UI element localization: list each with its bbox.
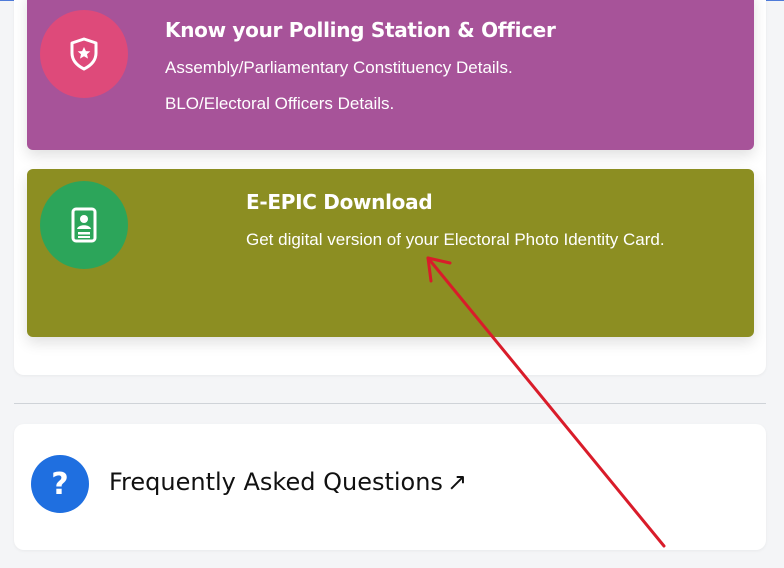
e-epic-tile-description: Get digital version of your Electoral Ph… <box>246 230 665 249</box>
faq-title: Frequently Asked Questions <box>109 468 443 496</box>
section-divider <box>14 403 766 404</box>
question-icon: ? <box>31 455 89 513</box>
polling-tile-line-2: BLO/Electoral Officers Details. <box>165 94 395 113</box>
question-icon-symbol: ? <box>51 466 69 502</box>
polling-station-tile[interactable]: Know your Polling Station & Officer Asse… <box>27 0 754 150</box>
shield-star-icon <box>40 10 128 98</box>
polling-tile-title: Know your Polling Station & Officer <box>165 18 556 42</box>
faq-link[interactable]: Frequently Asked Questions ↗ <box>109 468 467 496</box>
id-card-icon <box>40 181 128 269</box>
faq-card[interactable]: ? Frequently Asked Questions ↗ <box>14 424 766 550</box>
external-link-arrow-icon: ↗ <box>446 468 468 496</box>
polling-tile-line-1: Assembly/Parliamentary Constituency Deta… <box>165 58 513 77</box>
e-epic-download-tile[interactable]: E-EPIC Download Get digital version of y… <box>27 169 754 337</box>
e-epic-tile-title: E-EPIC Download <box>246 190 433 214</box>
